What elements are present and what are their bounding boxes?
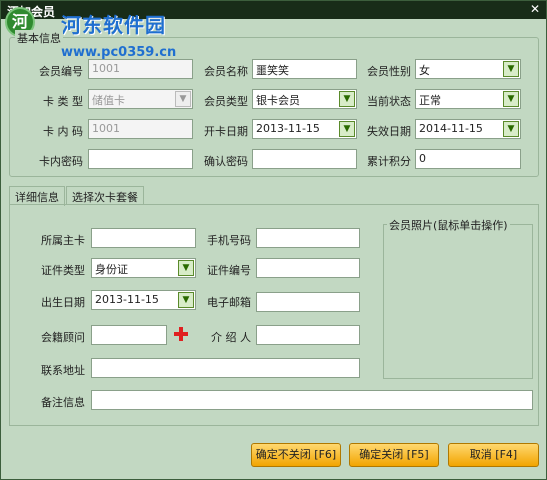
- chevron-down-icon[interactable]: ▼: [178, 260, 194, 276]
- birth-date-value: 2013-11-15: [95, 293, 159, 306]
- add-member-dialog: 添加会员 ✕ 河 河东软件园 www.pc0359.cn 基本信息 会员编号 1…: [0, 0, 547, 480]
- id-no-field[interactable]: [256, 258, 360, 278]
- card-code-label: 卡 内 码: [43, 125, 83, 138]
- introducer-label: 介 绍 人: [211, 331, 251, 344]
- card-type-select[interactable]: 储值卡 ▼: [88, 89, 193, 109]
- member-photo-legend: 会员照片(鼠标单击操作): [387, 217, 510, 233]
- birth-date-label: 出生日期: [41, 296, 85, 309]
- mobile-field[interactable]: [256, 228, 360, 248]
- chevron-down-icon[interactable]: ▼: [339, 91, 355, 107]
- address-label: 联系地址: [41, 364, 85, 377]
- plus-icon[interactable]: [174, 327, 188, 341]
- card-type-label: 卡 类 型: [43, 95, 83, 108]
- id-type-select[interactable]: 身份证 ▼: [91, 258, 196, 278]
- card-code-field[interactable]: 1001: [88, 119, 193, 139]
- remark-field[interactable]: [91, 390, 533, 410]
- gender-select[interactable]: 女 ▼: [415, 59, 521, 79]
- chevron-down-icon[interactable]: ▼: [178, 292, 194, 308]
- expire-date-picker[interactable]: 2014-11-15 ▼: [415, 119, 521, 139]
- gender-label: 会员性别: [367, 65, 411, 78]
- member-name-label: 会员名称: [204, 65, 248, 78]
- points-label: 累计积分: [367, 155, 411, 168]
- tab-details[interactable]: 详细信息: [9, 186, 65, 206]
- card-password-field[interactable]: [88, 149, 193, 169]
- expire-date-value: 2014-11-15: [419, 122, 483, 135]
- card-type-value: 储值卡: [92, 94, 125, 107]
- member-no-field[interactable]: 1001: [88, 59, 193, 79]
- watermark-title: 河东软件园: [61, 13, 166, 37]
- id-type-label: 证件类型: [41, 264, 85, 277]
- close-icon[interactable]: ✕: [527, 2, 543, 17]
- confirm-keep-open-button[interactable]: 确定不关闭 [F6]: [251, 443, 341, 467]
- gender-value: 女: [419, 64, 430, 77]
- member-type-select[interactable]: 银卡会员 ▼: [252, 89, 357, 109]
- member-no-label: 会员编号: [39, 65, 83, 78]
- advisor-field[interactable]: [91, 325, 167, 345]
- confirm-close-button[interactable]: 确定关闭 [F5]: [349, 443, 439, 467]
- confirm-password-label: 确认密码: [204, 155, 248, 168]
- introducer-field[interactable]: [256, 325, 360, 345]
- tab-card-package[interactable]: 选择次卡套餐: [66, 186, 144, 205]
- member-type-label: 会员类型: [204, 95, 248, 108]
- status-select[interactable]: 正常 ▼: [415, 89, 521, 109]
- status-label: 当前状态: [367, 95, 411, 108]
- chevron-down-icon: ▼: [175, 91, 191, 107]
- id-no-label: 证件编号: [207, 264, 251, 277]
- member-photo-area[interactable]: [383, 224, 533, 379]
- main-card-label: 所属主卡: [41, 234, 85, 247]
- mobile-label: 手机号码: [207, 234, 251, 247]
- confirm-password-field[interactable]: [252, 149, 357, 169]
- chevron-down-icon[interactable]: ▼: [339, 121, 355, 137]
- expire-date-label: 失效日期: [367, 125, 411, 138]
- open-date-label: 开卡日期: [204, 125, 248, 138]
- open-date-picker[interactable]: 2013-11-15 ▼: [252, 119, 357, 139]
- remark-label: 备注信息: [41, 396, 85, 409]
- address-field[interactable]: [91, 358, 360, 378]
- status-value: 正常: [419, 94, 441, 107]
- cancel-button[interactable]: 取消 [F4]: [448, 443, 539, 467]
- birth-date-picker[interactable]: 2013-11-15 ▼: [91, 290, 196, 310]
- open-date-value: 2013-11-15: [256, 122, 320, 135]
- member-name-field[interactable]: 噩笑笑: [252, 59, 357, 79]
- email-field[interactable]: [256, 292, 360, 312]
- advisor-label: 会籍顾问: [41, 331, 85, 344]
- basic-info-legend: 基本信息: [15, 30, 63, 46]
- points-field[interactable]: 0: [415, 149, 521, 169]
- chevron-down-icon[interactable]: ▼: [503, 121, 519, 137]
- member-type-value: 银卡会员: [256, 94, 300, 107]
- card-password-label: 卡内密码: [39, 155, 83, 168]
- main-card-field[interactable]: [91, 228, 196, 248]
- email-label: 电子邮箱: [207, 296, 251, 309]
- id-type-value: 身份证: [95, 263, 128, 276]
- chevron-down-icon[interactable]: ▼: [503, 91, 519, 107]
- chevron-down-icon[interactable]: ▼: [503, 61, 519, 77]
